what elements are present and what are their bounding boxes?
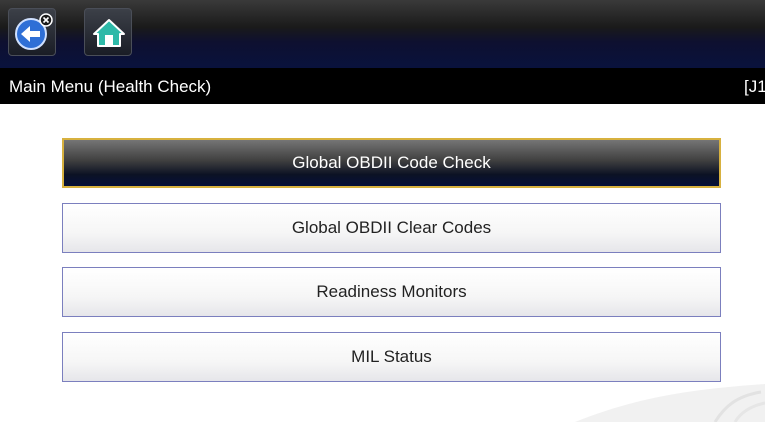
toolbar — [0, 0, 765, 68]
back-arrow-icon — [15, 13, 53, 50]
close-badge-icon — [39, 13, 53, 27]
vehicle-id: [J1 — [744, 77, 765, 96]
menu-item-global-obdii-code-check[interactable]: Global OBDII Code Check — [62, 138, 721, 188]
menu-item-global-obdii-clear-codes[interactable]: Global OBDII Clear Codes — [62, 203, 721, 253]
title-bar: Main Menu (Health Check) [J1 — [0, 68, 765, 104]
back-button[interactable] — [8, 8, 56, 56]
menu-item-readiness-monitors[interactable]: Readiness Monitors — [62, 267, 721, 317]
watermark-graphic — [575, 384, 765, 422]
home-button[interactable] — [84, 8, 132, 56]
page-title: Main Menu (Health Check) — [9, 77, 212, 96]
home-icon — [93, 19, 125, 47]
